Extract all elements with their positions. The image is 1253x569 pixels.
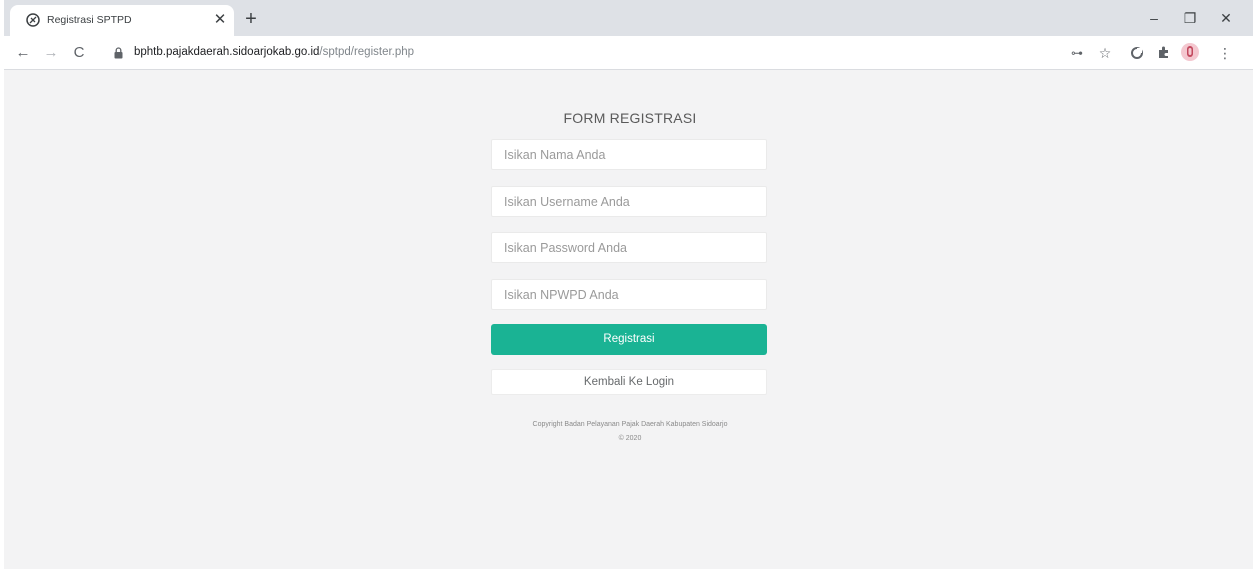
back-to-login-button[interactable]: Kembali Ke Login (491, 369, 767, 395)
minimize-icon[interactable]: – (1136, 6, 1172, 30)
copyright-text: Copyright Badan Pelayanan Pajak Daerah K… (470, 418, 790, 446)
globe-icon (26, 13, 40, 27)
tab-close-icon[interactable]: ✕ (211, 11, 229, 29)
key-icon[interactable]: ⊶ (1068, 44, 1086, 62)
new-tab-icon[interactable]: + (240, 8, 262, 30)
reload-icon[interactable]: C (68, 42, 90, 64)
url-host: bphtb.pajakdaerah.sidoarjokab.go.id (134, 46, 320, 58)
extension-circle-icon[interactable] (1130, 46, 1144, 60)
register-button[interactable]: Registrasi (491, 324, 767, 355)
url-path: /sptpd/register.php (319, 46, 415, 58)
star-icon[interactable]: ☆ (1096, 44, 1114, 62)
browser-menu-icon[interactable]: ⋮ (1216, 44, 1234, 62)
tab-strip: Registrasi SPTPD ✕ + – ❐ ✕ (4, 0, 1253, 36)
copyright-year: © 2020 (618, 435, 642, 442)
back-arrow-icon[interactable]: ← (12, 42, 34, 64)
lock-icon (114, 47, 123, 59)
browser-toolbar: ← → C bphtb.pajakdaerah.sidoarjokab.go.i… (4, 36, 1253, 70)
close-window-icon[interactable]: ✕ (1208, 6, 1244, 30)
username-input[interactable] (491, 186, 767, 217)
address-bar[interactable]: bphtb.pajakdaerah.sidoarjokab.go.id/sptp… (102, 41, 1062, 65)
puzzle-icon[interactable] (1156, 45, 1171, 60)
page-content: FORM REGISTRASI Registrasi Kembali Ke Lo… (4, 70, 1253, 569)
restore-icon[interactable]: ❐ (1172, 6, 1208, 30)
browser-window: Registrasi SPTPD ✕ + – ❐ ✕ ← → C bphtb.p… (4, 0, 1253, 569)
name-input[interactable] (491, 139, 767, 170)
form-title: FORM REGISTRASI (563, 110, 697, 126)
tab-title: Registrasi SPTPD (47, 14, 132, 26)
url-text: bphtb.pajakdaerah.sidoarjokab.go.id/sptp… (134, 46, 414, 58)
forward-arrow-icon[interactable]: → (40, 42, 62, 64)
tab-registrasi-sptpd[interactable]: Registrasi SPTPD ✕ (10, 5, 234, 36)
profile-avatar-icon[interactable] (1180, 42, 1200, 62)
npwpd-input[interactable] (491, 279, 767, 310)
password-input[interactable] (491, 232, 767, 263)
copyright-line: Copyright Badan Pelayanan Pajak Daerah K… (532, 421, 728, 428)
